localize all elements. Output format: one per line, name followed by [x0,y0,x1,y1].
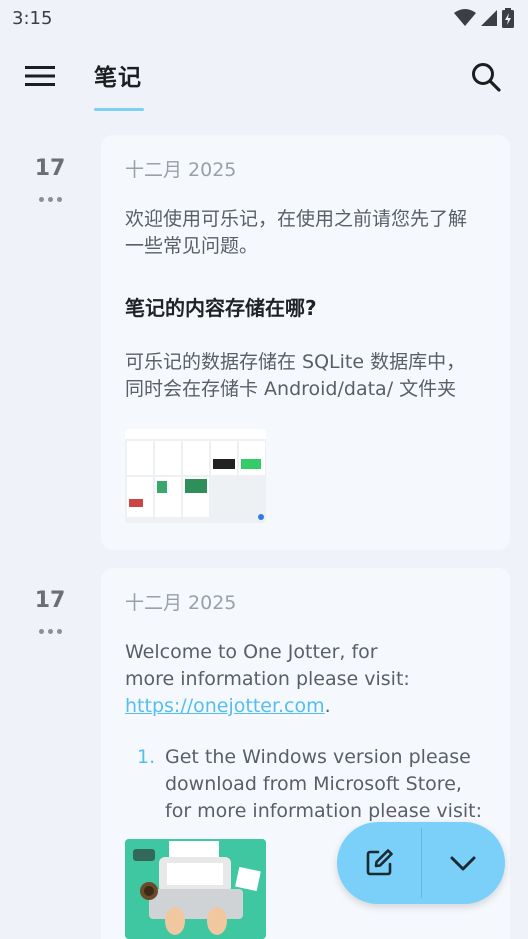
tab-indicator [94,108,144,111]
note-date-column: 17 [26,588,74,634]
screenshot-thumbnail-icon [125,429,266,523]
edit-note-icon [366,849,393,876]
tab-notes[interactable]: 笔记 [94,58,144,111]
more-dots-icon [38,197,44,202]
chevron-down-icon [450,856,476,871]
note-link-line: https://onejotter.com. [125,695,331,717]
note-intro: 欢迎使用可乐记，在使用之前请您先了解一些常见问题。 [125,208,468,257]
status-bar: 3:15 [0,0,528,36]
note-intro-line: Welcome to One Jotter, for [125,641,378,663]
new-note-button[interactable] [337,822,421,904]
search-icon [472,63,501,92]
battery-icon [502,8,514,28]
note-text-line: 同时会在存储卡 Android/data/ 文件夹 [125,378,457,400]
note-date-column: 17 [26,156,74,202]
page-title: 笔记 [94,65,142,91]
expand-menu-button[interactable] [422,822,506,904]
menu-button[interactable] [22,60,58,92]
note-image-thumbnail[interactable] [125,429,266,523]
note-day: 17 [34,156,66,181]
note-date: 十二月 2025 [125,592,237,614]
typewriter-illustration-icon [125,839,266,939]
note-more-button[interactable] [26,629,74,634]
list-item: 1. Get the Windows version please downlo… [125,744,486,825]
note-day: 17 [34,588,66,613]
app-bar: 笔记 [0,36,528,116]
note-text-line: 可乐记的数据存储在 SQLite 数据库中， [125,351,466,373]
website-link[interactable]: https://onejotter.com [125,695,325,717]
status-icons [454,8,514,28]
hamburger-menu-icon [25,66,55,86]
note-more-button[interactable] [26,197,74,202]
note-card[interactable]: 十二月 2025 欢迎使用可乐记，在使用之前请您先了解一些常见问题。 笔记的内容… [101,135,510,550]
note-date: 十二月 2025 [125,159,237,181]
list-number: 1. [137,746,156,768]
wifi-icon [454,9,476,26]
status-time: 3:15 [12,7,53,29]
floating-action-button [337,822,505,904]
list-text-line: download from Microsoft Store, [165,773,462,795]
more-dots-icon [38,629,44,634]
note-intro-line: more information please visit: [125,668,410,690]
list-text-line: for more information please visit: [165,800,482,822]
note-image-thumbnail[interactable] [125,839,266,939]
search-button[interactable] [466,58,506,96]
signal-icon [481,10,497,26]
list-text-line: Get the Windows version please [165,746,471,768]
note-heading: 笔记的内容存储在哪? [125,296,317,320]
